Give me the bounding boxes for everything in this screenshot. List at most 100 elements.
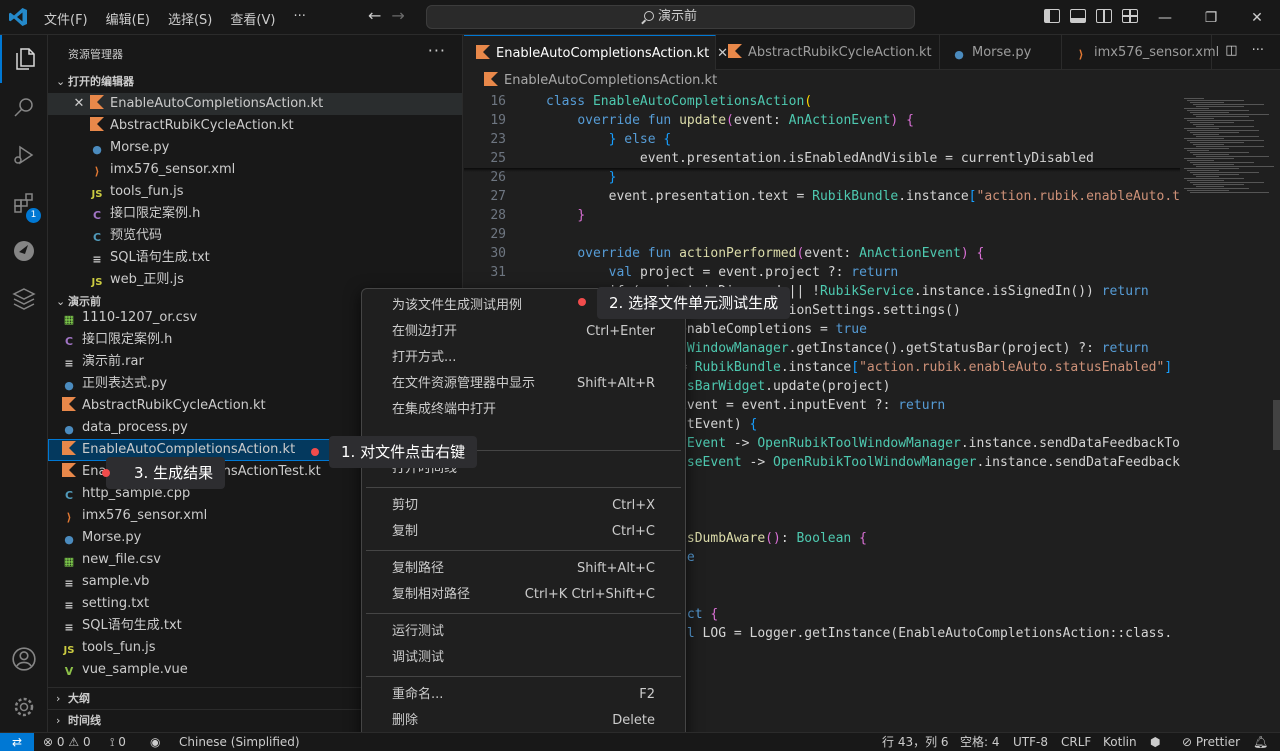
open-editor-item[interactable]: ● Morse.py [48, 137, 462, 159]
customize-layout-icon[interactable] [1122, 9, 1138, 23]
editor-tab[interactable]: ⟩ imx576_sensor.xml [1062, 35, 1219, 70]
c-header-icon: C [64, 335, 74, 348]
toggle-secondary-sidebar-icon[interactable] [1096, 9, 1112, 23]
cursor-position-status[interactable]: 行 43，列 6 [882, 733, 949, 751]
close-icon[interactable]: ✕ [72, 93, 86, 115]
language-pack-status[interactable]: Chinese (Simplified) [179, 733, 300, 751]
menu-item[interactable]: ··· [293, 9, 305, 28]
extensions-activity[interactable]: 1 [0, 179, 48, 227]
prettier-status[interactable]: ⊘ Prettier [1182, 733, 1240, 751]
minimap-line [1196, 126, 1254, 127]
editor-tab[interactable]: EnableAutoCompletionsAction.kt ✕ [464, 35, 728, 70]
split-editor-icon[interactable]: ◫ [1225, 43, 1237, 58]
minimap-line [1187, 160, 1214, 161]
account-icon [12, 647, 36, 671]
search-activity[interactable] [0, 83, 48, 131]
file-name: tools_fun.js [82, 640, 156, 655]
minimap-line [1196, 156, 1269, 157]
sidebar-more-button[interactable]: ··· [428, 41, 446, 60]
eye-icon[interactable]: ◉ [150, 733, 160, 751]
close-window-button[interactable]: ✕ [1234, 0, 1280, 35]
run-debug-activity[interactable] [0, 131, 48, 179]
file-name: 正则表达式.py [82, 376, 168, 391]
context-menu-item[interactable]: 调试测试 [366, 645, 681, 671]
open-editor-item[interactable]: AbstractRubikCycleAction.kt [48, 115, 462, 137]
minimap-line [1184, 128, 1219, 129]
context-menu-item[interactable]: 在侧边打开 Ctrl+Enter [366, 319, 681, 345]
open-editor-item[interactable]: JS tools_fun.js [48, 181, 462, 203]
notifications-bell-icon[interactable]: 🔔︎ [1253, 733, 1268, 751]
layout-controls [1044, 9, 1138, 23]
forward-arrow-icon[interactable]: → [391, 6, 404, 25]
open-editor-item[interactable]: ✕ EnableAutoCompletionsAction.kt [48, 93, 462, 115]
context-menu-item[interactable]: 运行测试 [366, 619, 681, 645]
language-mode-status[interactable]: Kotlin [1103, 733, 1137, 751]
back-arrow-icon[interactable]: ← [368, 6, 381, 25]
command-center-search[interactable]: 演示前 [426, 5, 915, 29]
menu-item[interactable]: 文件(F) [44, 9, 88, 28]
python-icon: ● [92, 143, 102, 156]
open-editor-item[interactable]: ⟩ imx576_sensor.xml [48, 159, 462, 181]
explorer-activity[interactable] [0, 35, 48, 83]
menu-bar: 文件(F) 编辑(E) 选择(S) 查看(V) ··· [44, 9, 306, 28]
minimap-line [1190, 122, 1234, 123]
code-line: 28 } [464, 206, 585, 225]
code-text: override fun actionPerformed(event: AnAc… [577, 246, 985, 261]
open-editor-item[interactable]: C 预览代码 [48, 225, 462, 247]
menu-item-label: 在文件资源管理器中显示 [392, 376, 536, 391]
toggle-panel-icon[interactable] [1070, 9, 1086, 23]
toggle-primary-sidebar-icon[interactable] [1044, 9, 1060, 23]
menu-item[interactable]: 编辑(E) [106, 9, 150, 28]
editor-scrollbar[interactable] [1273, 400, 1280, 450]
menu-item-label: 为该文件生成测试用例 [392, 298, 523, 313]
rubik-activity[interactable] [0, 227, 48, 275]
python-icon: ● [64, 379, 74, 392]
file-name: 预览代码 [110, 228, 163, 243]
file-name: imx576_sensor.xml [110, 162, 236, 177]
annotation-step-3: 3. 生成结果 [102, 457, 226, 489]
breadcrumb[interactable]: EnableAutoCompletionsAction.kt [464, 70, 1280, 92]
editor-tab[interactable]: AbstractRubikCycleAction.kt [716, 35, 940, 70]
open-editor-item[interactable]: ≡ SQL语句生成.txt [48, 247, 462, 269]
layers-activity[interactable] [0, 275, 48, 323]
context-menu-item[interactable]: 复制相对路径 Ctrl+K Ctrl+Shift+C [366, 582, 681, 608]
encoding-status[interactable]: UTF-8 [1013, 733, 1048, 751]
context-menu-item[interactable]: 剪切 Ctrl+X [366, 493, 681, 519]
open-editors-header[interactable]: ⌄ 打开的编辑器 [48, 71, 462, 93]
warning-count: 0 [82, 735, 91, 749]
python-icon: ● [64, 533, 74, 546]
ports-count: 0 [118, 735, 126, 749]
minimap-line [1196, 166, 1274, 167]
open-editor-item[interactable]: C 接口限定案例.h [48, 203, 462, 225]
accounts-activity[interactable] [0, 635, 48, 683]
prettier-label: Prettier [1195, 735, 1241, 749]
context-menu-item[interactable]: 在文件资源管理器中显示 Shift+Alt+R [366, 371, 681, 397]
copilot-status-icon[interactable]: ⬢ [1150, 733, 1160, 751]
menu-item[interactable]: 选择(S) [168, 9, 212, 28]
remote-indicator[interactable]: ⇄ [0, 733, 34, 751]
minimap[interactable] [1180, 92, 1280, 732]
menu-item[interactable]: 查看(V) [230, 9, 275, 28]
line-number: 31 [490, 265, 506, 280]
context-menu-item[interactable]: 复制 Ctrl+C [366, 519, 681, 545]
indentation-status[interactable]: 空格: 4 [960, 733, 1000, 751]
editor-tab[interactable]: ● Morse.py [940, 35, 1062, 70]
eol-status[interactable]: CRLF [1061, 733, 1091, 751]
restore-button[interactable]: ❐ [1188, 0, 1234, 35]
menu-item-label: 复制路径 [392, 561, 445, 576]
tab-label: Morse.py [972, 45, 1032, 60]
problems-status[interactable]: ⊗ 0 ⚠ 0 [43, 733, 91, 751]
context-menu-item[interactable]: 删除 Delete [366, 708, 681, 734]
file-name: 1110-1207_or.csv [82, 310, 198, 325]
context-menu-item[interactable]: 重命名... F2 [366, 682, 681, 708]
context-menu-item[interactable]: 复制路径 Shift+Alt+C [366, 556, 681, 582]
context-menu-item[interactable]: 在集成终端中打开 [366, 397, 681, 423]
code-text: } [608, 170, 617, 185]
more-actions-icon[interactable]: ··· [1252, 43, 1264, 58]
annotation-step-3-text: 3. 生成结果 [134, 464, 214, 482]
manage-activity[interactable] [0, 683, 48, 731]
minimize-button[interactable]: — [1142, 0, 1188, 35]
ports-status[interactable]: ⟟ 0 [110, 733, 126, 751]
menu-item-label: 复制相对路径 [392, 587, 471, 602]
context-menu-item[interactable]: 打开方式... [366, 345, 681, 371]
